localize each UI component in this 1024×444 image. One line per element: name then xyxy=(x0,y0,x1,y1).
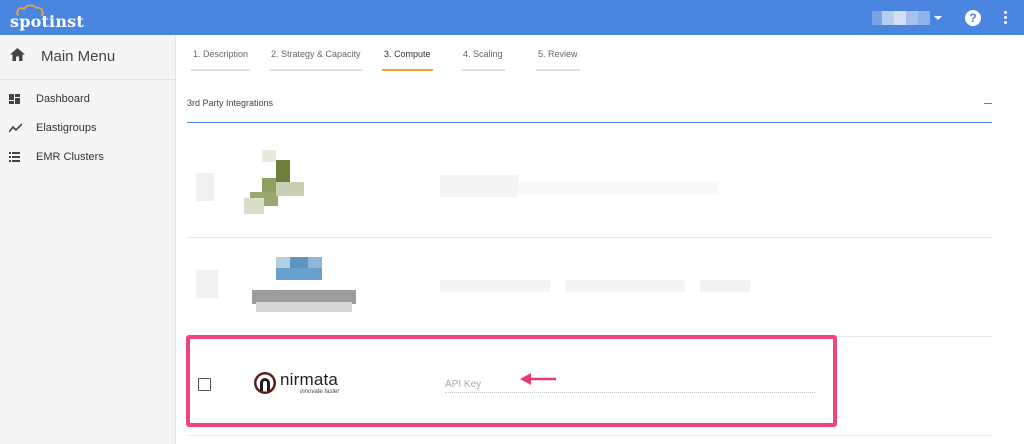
home-icon xyxy=(10,48,25,61)
section-title: 3rd Party Integrations xyxy=(187,98,274,108)
integration-checkbox[interactable] xyxy=(198,378,211,391)
trend-line-icon xyxy=(9,123,22,133)
tab-review[interactable]: 5. Review xyxy=(536,49,580,71)
wizard-steps: 1. Description 2. Strategy & Capacity 3.… xyxy=(185,35,1024,80)
sidebar-item-label: EMR Clusters xyxy=(36,151,104,163)
sidebar-item-label: Dashboard xyxy=(36,93,90,105)
tab-scaling[interactable]: 4. Scaling xyxy=(461,49,505,71)
main-menu-title: Main Menu xyxy=(41,48,116,65)
section-divider xyxy=(187,122,992,123)
minus-icon[interactable] xyxy=(984,103,992,104)
row-divider xyxy=(187,435,992,436)
nirmata-name: nirmata xyxy=(280,370,339,389)
nirmata-tagline: innovate faster xyxy=(300,389,340,395)
tab-compute[interactable]: 3. Compute xyxy=(382,49,433,71)
brand-name: spotinst xyxy=(10,12,84,31)
sidebar-item-emr-clusters[interactable]: EMR Clusters xyxy=(0,144,176,172)
nirmata-mark-icon xyxy=(254,372,276,394)
arrow-left-icon xyxy=(520,373,556,385)
nirmata-logo: nirmata innovate faster xyxy=(251,370,351,398)
question-circle-icon[interactable]: ? xyxy=(965,10,981,26)
dashboard-icon xyxy=(9,94,20,104)
list-icon xyxy=(9,152,20,162)
vertical-dots-icon[interactable] xyxy=(1004,11,1008,25)
tab-description[interactable]: 1. Description xyxy=(191,49,251,71)
sidebar-item-elastigroups[interactable]: Elastigroups xyxy=(0,115,176,143)
tab-strategy-capacity[interactable]: 2. Strategy & Capacity xyxy=(269,49,363,71)
sidebar-item-label: Elastigroups xyxy=(36,122,97,134)
main-menu-header[interactable]: Main Menu xyxy=(0,35,176,80)
api-key-input[interactable] xyxy=(445,377,815,393)
sidebar: Main Menu Dashboard Elastigroups EMR Clu… xyxy=(0,35,176,444)
user-account-menu[interactable] xyxy=(872,11,930,25)
top-bar: spotinst ? xyxy=(0,0,1024,35)
chevron-down-icon[interactable] xyxy=(934,16,942,20)
sidebar-item-dashboard[interactable]: Dashboard xyxy=(0,86,176,114)
row-divider xyxy=(187,237,992,238)
